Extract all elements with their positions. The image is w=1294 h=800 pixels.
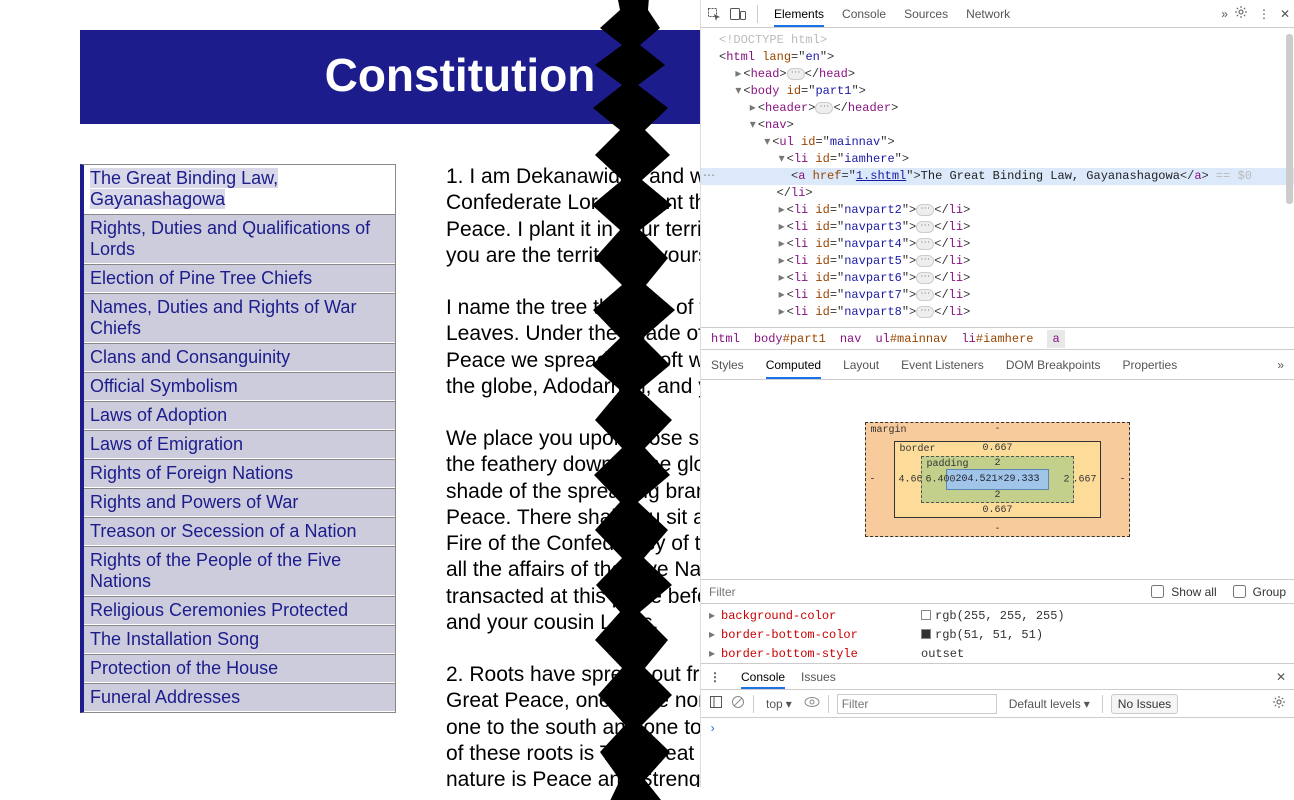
devtools-tab[interactable]: Console xyxy=(842,1,886,27)
drawer-tabs: ⋮ Console Issues ✕ xyxy=(701,664,1294,690)
device-toolbar-icon[interactable] xyxy=(729,5,747,23)
devtools-panel: Elements Console Sources Network » ⋮ ✕ <!DO… xyxy=(700,0,1294,787)
subtab[interactable]: Styles xyxy=(711,351,744,379)
article-paragraph: We place you upon those seats, spread so… xyxy=(446,426,700,636)
styles-subtabs: Styles Computed Layout Event Listeners DOM B… xyxy=(701,350,1294,380)
sidebar-item[interactable]: Names, Duties and Rights of War Chiefs xyxy=(84,293,395,343)
sidebar-item[interactable]: Laws of Emigration xyxy=(84,430,395,459)
show-all-checkbox[interactable]: Show all xyxy=(1147,582,1216,601)
log-levels-selector[interactable]: Default levels ▾ xyxy=(1005,695,1094,713)
console-sidebar-toggle-icon[interactable] xyxy=(709,695,723,712)
breadcrumb-item[interactable]: html xyxy=(711,332,740,346)
box-model-border-top: 0.667 xyxy=(982,443,1012,454)
sidebar-item[interactable]: Rights, Duties and Qualifications of Lor… xyxy=(84,214,395,264)
no-issues-button[interactable]: No Issues xyxy=(1111,694,1178,714)
article-body: 1. I am Dekanawidah and with the Five Na… xyxy=(396,164,700,787)
sidebar-item[interactable]: Protection of the House xyxy=(84,654,395,683)
close-drawer-icon[interactable]: ✕ xyxy=(1276,670,1286,684)
more-subtabs-icon[interactable]: » xyxy=(1277,358,1284,372)
computed-property-row[interactable]: ▸border-bottom-styleoutset xyxy=(709,644,1286,663)
more-tabs-icon[interactable]: » xyxy=(1221,7,1228,21)
console-toolbar: top ▾ Default levels ▾ No Issues xyxy=(701,690,1294,718)
breadcrumb-item[interactable]: nav xyxy=(840,332,862,346)
box-model-margin-right: - xyxy=(1119,474,1125,485)
article-paragraph: I name the tree the Tree of the Great Lo… xyxy=(446,295,700,400)
devtools-tab[interactable]: Network xyxy=(966,1,1010,27)
sidebar-item[interactable]: Religious Ceremonies Protected xyxy=(84,596,395,625)
devtools-toolbar: Elements Console Sources Network » ⋮ ✕ xyxy=(701,0,1294,28)
subtab[interactable]: DOM Breakpoints xyxy=(1006,351,1101,379)
sidebar-item[interactable]: The Installation Song xyxy=(84,625,395,654)
subtab[interactable]: Computed xyxy=(766,351,821,379)
box-model-content: 204.521×29.333 xyxy=(946,469,1048,490)
article-paragraph: 2. Roots have spread out from the Tree o… xyxy=(446,662,700,787)
subtab[interactable]: Layout xyxy=(843,351,879,379)
subtab[interactable]: Properties xyxy=(1123,351,1178,379)
inspect-element-icon[interactable] xyxy=(705,5,723,23)
group-checkbox[interactable]: Group xyxy=(1229,582,1286,601)
subtab[interactable]: Event Listeners xyxy=(901,351,984,379)
devtools-top-tabs: Elements Console Sources Network xyxy=(774,1,1215,27)
scrollbar[interactable] xyxy=(1286,34,1293,204)
console-output[interactable]: › xyxy=(701,718,1294,787)
sidebar-item[interactable]: Official Symbolism xyxy=(84,372,395,401)
box-model-padding-top: 2 xyxy=(994,458,1000,469)
box-model-margin-top: - xyxy=(994,424,1000,435)
breadcrumb-item[interactable]: ul#mainnav xyxy=(875,332,947,346)
box-model-diagram[interactable]: margin - - - - border 0.667 0.667 4.667 … xyxy=(701,380,1294,580)
devtools-tab[interactable]: Sources xyxy=(904,1,948,27)
page-title: Constitution xyxy=(80,30,700,124)
console-filter-input[interactable] xyxy=(837,694,997,714)
sidebar-item[interactable]: Laws of Adoption xyxy=(84,401,395,430)
settings-gear-icon[interactable] xyxy=(1234,5,1248,22)
article-paragraph: 1. I am Dekanawidah and with the Five Na… xyxy=(446,164,700,269)
box-model-padding-right: 2 xyxy=(1063,474,1069,485)
elements-dom-tree[interactable]: <!DOCTYPE html><html lang="en"> ▸<head>⋯… xyxy=(701,28,1294,328)
drawer-tab[interactable]: Console xyxy=(741,665,785,689)
sidebar-nav: The Great Binding Law, GayanashagowaRigh… xyxy=(80,164,396,713)
computed-filter-bar: Show all Group xyxy=(701,580,1294,604)
computed-property-row[interactable]: ▸border-bottom-colorrgb(51, 51, 51) xyxy=(709,625,1286,644)
console-prompt: › xyxy=(709,722,716,736)
breadcrumb-item[interactable]: body#part1 xyxy=(754,332,826,346)
drawer-menu-icon[interactable]: ⋮ xyxy=(709,670,721,684)
box-model-margin-bottom: - xyxy=(994,524,1000,535)
kebab-menu-icon[interactable]: ⋮ xyxy=(1258,7,1270,21)
breadcrumb-item[interactable]: li#iamhere xyxy=(961,332,1033,346)
computed-properties[interactable]: ▸background-colorrgb(255, 255, 255)▸bord… xyxy=(701,604,1294,664)
rendered-page: Constitution The Great Binding Law, Gaya… xyxy=(0,0,700,787)
sidebar-item[interactable]: Election of Pine Tree Chiefs xyxy=(84,264,395,293)
clear-console-icon[interactable] xyxy=(731,695,745,712)
computed-filter-input[interactable] xyxy=(709,585,1135,599)
sidebar-item[interactable]: Treason or Secession of a Nation xyxy=(84,517,395,546)
dom-breadcrumb[interactable]: html body#part1 nav ul#mainnav li#iamhere a xyxy=(701,328,1294,350)
close-devtools-icon[interactable]: ✕ xyxy=(1280,7,1290,21)
sidebar-item[interactable]: The Great Binding Law, Gayanashagowa xyxy=(84,165,395,214)
sidebar-item[interactable]: Rights and Powers of War xyxy=(84,488,395,517)
box-model-padding-left: 6.400 xyxy=(925,474,955,485)
console-settings-icon[interactable] xyxy=(1272,695,1286,712)
box-model-padding-bottom: 2 xyxy=(994,490,1000,501)
sidebar-item[interactable]: Rights of Foreign Nations xyxy=(84,459,395,488)
box-model-border-bottom: 0.667 xyxy=(982,505,1012,516)
sidebar-item[interactable]: Funeral Addresses xyxy=(84,683,395,712)
sidebar-item[interactable]: Clans and Consanguinity xyxy=(84,343,395,372)
drawer-tab[interactable]: Issues xyxy=(801,665,836,689)
sidebar-item[interactable]: Rights of the People of the Five Nations xyxy=(84,546,395,596)
console-context-selector[interactable]: top ▾ xyxy=(762,695,796,713)
computed-property-row[interactable]: ▸background-colorrgb(255, 255, 255) xyxy=(709,606,1286,625)
box-model-margin-left: - xyxy=(869,474,875,485)
live-expression-icon[interactable] xyxy=(804,696,820,711)
breadcrumb-item[interactable]: a xyxy=(1047,330,1064,348)
devtools-tab[interactable]: Elements xyxy=(774,1,824,27)
